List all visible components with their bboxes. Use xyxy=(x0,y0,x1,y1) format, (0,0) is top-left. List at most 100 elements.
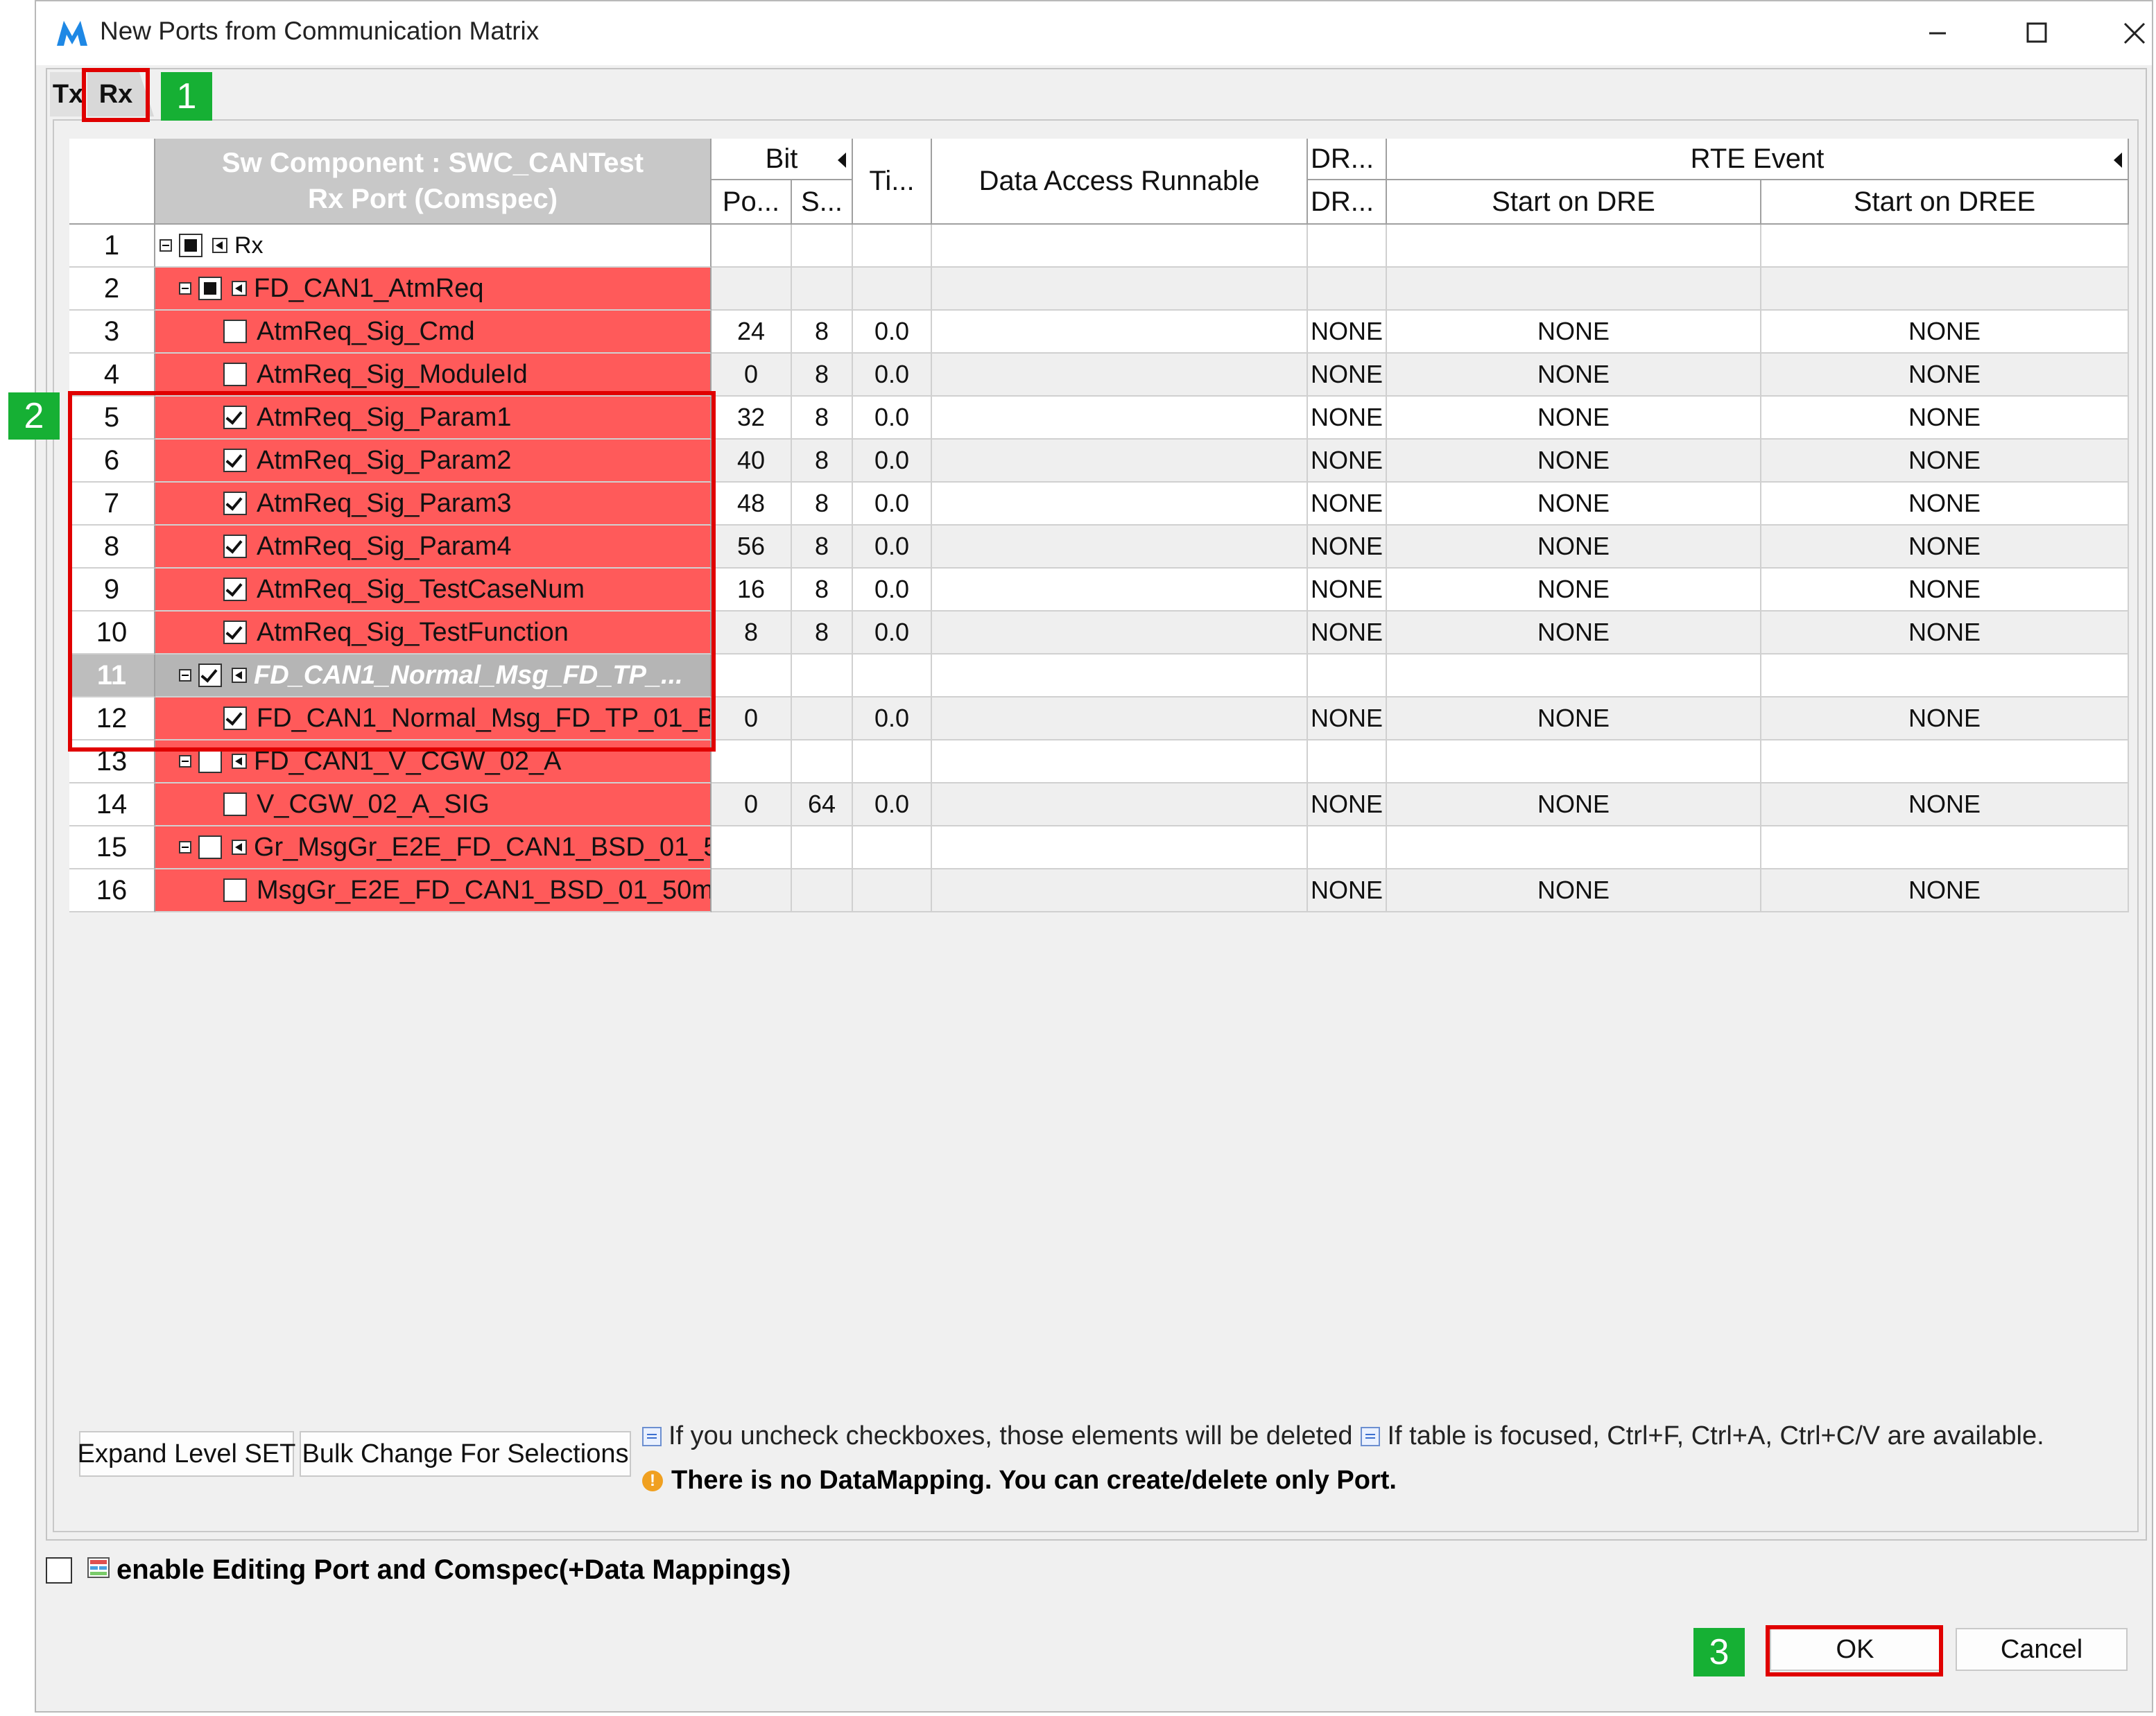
dr-header-2[interactable]: DR... xyxy=(1308,180,1387,225)
pos-cell[interactable]: 40 xyxy=(712,440,792,483)
rte-event-group-header[interactable]: RTE Event xyxy=(1387,139,2129,180)
port-name-cell[interactable]: MsgGr_E2E_FD_CAN1_BSD_01_50ms... xyxy=(155,869,712,912)
timeout-cell[interactable]: 0.0 xyxy=(853,783,932,826)
pos-cell[interactable]: 16 xyxy=(712,569,792,612)
row-checkbox[interactable] xyxy=(223,621,247,644)
pos-cell[interactable] xyxy=(712,740,792,783)
pos-cell[interactable]: 32 xyxy=(712,397,792,440)
tree-collapse-icon[interactable] xyxy=(159,239,172,252)
row-checkbox[interactable] xyxy=(223,449,247,472)
runnable-cell[interactable] xyxy=(932,526,1308,569)
dree-cell[interactable] xyxy=(1761,826,2129,869)
dr-cell[interactable]: NONE xyxy=(1308,483,1387,526)
table-row[interactable]: 13 FD_CAN1_V_CGW_02_A xyxy=(69,740,2129,783)
table-row[interactable]: 9 AtmReq_Sig_TestCaseNum 16 8 0.0 NONE NONE NON… xyxy=(69,569,2129,612)
dre-cell[interactable]: NONE xyxy=(1387,311,1761,354)
runnable-cell[interactable] xyxy=(932,268,1308,311)
timeout-cell[interactable]: 0.0 xyxy=(853,311,932,354)
port-name-cell[interactable]: AtmReq_Sig_Cmd xyxy=(155,311,712,354)
dr-cell[interactable]: NONE xyxy=(1308,612,1387,655)
ports-table[interactable]: Sw Component : SWC_CANTest Rx Port (Coms… xyxy=(69,139,2129,1068)
table-row[interactable]: 1 Rx xyxy=(69,225,2129,268)
dr-cell[interactable]: NONE xyxy=(1308,869,1387,912)
dr-cell[interactable]: NONE xyxy=(1308,569,1387,612)
start-on-dre-header[interactable]: Start on DRE xyxy=(1387,180,1761,225)
timeout-cell[interactable] xyxy=(853,740,932,783)
collapse-left-icon[interactable] xyxy=(836,153,846,168)
size-cell[interactable] xyxy=(792,740,853,783)
tab-rx[interactable]: Rx xyxy=(87,72,154,116)
dre-cell[interactable]: NONE xyxy=(1387,397,1761,440)
timeout-cell[interactable]: 0.0 xyxy=(853,354,932,397)
dre-cell[interactable]: NONE xyxy=(1387,569,1761,612)
collapse-left-icon[interactable] xyxy=(2112,153,2122,168)
size-cell[interactable]: 64 xyxy=(792,783,853,826)
maximize-icon[interactable] xyxy=(2014,15,2058,51)
port-name-cell[interactable]: AtmReq_Sig_Param1 xyxy=(155,397,712,440)
size-cell[interactable]: 8 xyxy=(792,397,853,440)
dr-cell[interactable] xyxy=(1308,826,1387,869)
dre-cell[interactable] xyxy=(1387,268,1761,311)
bulk-change-button[interactable]: Bulk Change For Selections xyxy=(300,1431,631,1477)
table-row[interactable]: 3 AtmReq_Sig_Cmd 24 8 0.0 NONE NONE NONE xyxy=(69,311,2129,354)
table-row[interactable]: 7 AtmReq_Sig_Param3 48 8 0.0 NONE NONE NONE xyxy=(69,483,2129,526)
table-row[interactable]: 15 Gr_MsgGr_E2E_FD_CAN1_BSD_01_5... xyxy=(69,826,2129,869)
dre-cell[interactable]: NONE xyxy=(1387,869,1761,912)
expand-level-set-button[interactable]: Expand Level SET xyxy=(78,1431,295,1477)
tree-collapse-icon[interactable] xyxy=(179,669,191,682)
tab-tx[interactable]: Tx xyxy=(50,72,86,116)
dree-cell[interactable]: NONE xyxy=(1761,783,2129,826)
dree-cell[interactable]: NONE xyxy=(1761,569,2129,612)
row-checkbox[interactable] xyxy=(223,578,247,601)
dree-cell[interactable]: NONE xyxy=(1761,440,2129,483)
runnable-cell[interactable] xyxy=(932,311,1308,354)
row-checkbox[interactable] xyxy=(223,707,247,730)
pos-cell[interactable]: 24 xyxy=(712,311,792,354)
table-row[interactable]: 10 AtmReq_Sig_TestFunction 8 8 0.0 NONE NONE NO… xyxy=(69,612,2129,655)
dr-cell[interactable]: NONE xyxy=(1308,697,1387,740)
size-cell[interactable]: 8 xyxy=(792,311,853,354)
dree-cell[interactable]: NONE xyxy=(1761,612,2129,655)
dre-cell[interactable]: NONE xyxy=(1387,526,1761,569)
enable-editing-checkbox[interactable] xyxy=(46,1557,72,1584)
timeout-cell[interactable]: 0.0 xyxy=(853,697,932,740)
table-row[interactable]: 16 MsgGr_E2E_FD_CAN1_BSD_01_50ms... NONE NO… xyxy=(69,869,2129,912)
size-cell[interactable]: 8 xyxy=(792,569,853,612)
dre-cell[interactable] xyxy=(1387,826,1761,869)
dre-cell[interactable]: NONE xyxy=(1387,697,1761,740)
row-checkbox[interactable] xyxy=(179,234,202,257)
dre-cell[interactable]: NONE xyxy=(1387,440,1761,483)
dre-cell[interactable] xyxy=(1387,740,1761,783)
runnable-cell[interactable] xyxy=(932,440,1308,483)
port-name-cell[interactable]: AtmReq_Sig_Param3 xyxy=(155,483,712,526)
timeout-cell[interactable]: 0.0 xyxy=(853,397,932,440)
row-checkbox[interactable] xyxy=(223,492,247,515)
timeout-cell[interactable]: 0.0 xyxy=(853,483,932,526)
pos-cell[interactable] xyxy=(712,655,792,697)
size-cell[interactable]: 8 xyxy=(792,526,853,569)
table-row[interactable]: 11 FD_CAN1_Normal_Msg_FD_TP_... xyxy=(69,655,2129,697)
timeout-cell[interactable] xyxy=(853,826,932,869)
close-icon[interactable] xyxy=(2112,15,2156,51)
dree-cell[interactable] xyxy=(1761,740,2129,783)
timeout-cell[interactable] xyxy=(853,655,932,697)
pos-cell[interactable]: 8 xyxy=(712,612,792,655)
port-name-cell[interactable]: AtmReq_Sig_Param4 xyxy=(155,526,712,569)
pos-cell[interactable]: 0 xyxy=(712,354,792,397)
timeout-cell[interactable] xyxy=(853,268,932,311)
port-name-cell[interactable]: FD_CAN1_Normal_Msg_FD_TP_01_B... xyxy=(155,697,712,740)
pos-cell[interactable] xyxy=(712,268,792,311)
dre-cell[interactable]: NONE xyxy=(1387,483,1761,526)
port-name-cell[interactable]: AtmReq_Sig_ModuleId xyxy=(155,354,712,397)
dre-cell[interactable] xyxy=(1387,655,1761,697)
data-access-runnable-header[interactable]: Data Access Runnable xyxy=(932,139,1308,225)
timeout-cell[interactable]: 0.0 xyxy=(853,612,932,655)
size-header[interactable]: S... xyxy=(792,180,853,225)
pos-cell[interactable] xyxy=(712,225,792,268)
port-name-cell[interactable]: Gr_MsgGr_E2E_FD_CAN1_BSD_01_5... xyxy=(155,826,712,869)
table-row[interactable]: 14 V_CGW_02_A_SIG 0 64 0.0 NONE NONE NONE xyxy=(69,783,2129,826)
runnable-cell[interactable] xyxy=(932,612,1308,655)
size-cell[interactable]: 8 xyxy=(792,612,853,655)
runnable-cell[interactable] xyxy=(932,354,1308,397)
cancel-button[interactable]: Cancel xyxy=(1956,1628,2128,1671)
